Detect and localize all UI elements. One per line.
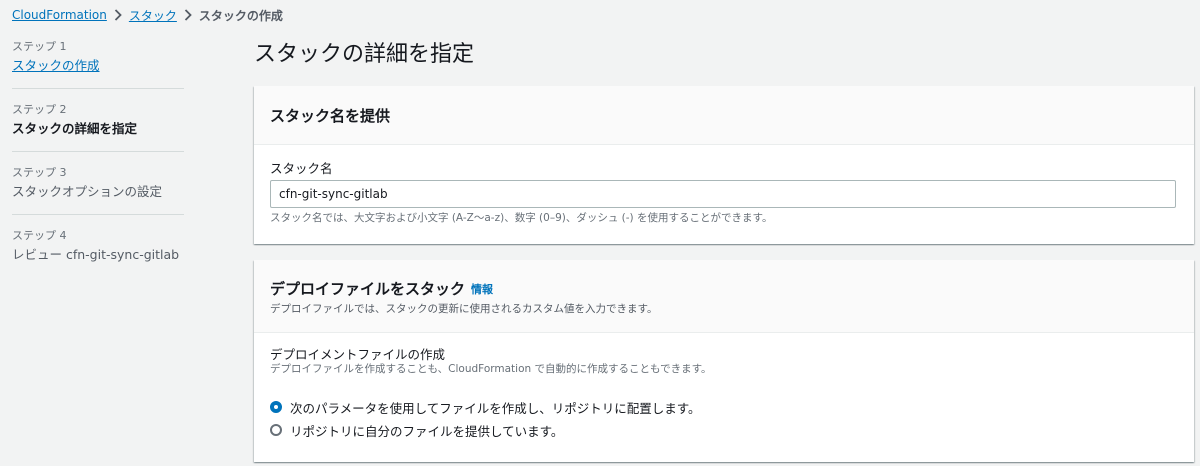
panel-title-row: デプロイファイルをスタック 情報 (270, 279, 1178, 300)
step-number: ステップ 2 (12, 103, 67, 116)
radio-button[interactable] (270, 424, 282, 436)
wizard-step-4: ステップ 4 レビュー cfn-git-sync-gitlab (12, 229, 184, 277)
deployment-file-radio-group: 次のパラメータを使用してファイルを作成し、リポジトリに配置します。 リポジトリに… (270, 397, 1178, 440)
deployment-file-description: デプロイファイルを作成することも、CloudFormation で自動的に作成す… (270, 363, 712, 375)
radio-option-create-file[interactable]: 次のパラメータを使用してファイルを作成し、リポジトリに配置します。 (270, 397, 1178, 417)
step-title-current: スタックの詳細を指定 (12, 121, 138, 136)
stack-name-panel-body: スタック名 スタック名では、大文字および小文字 (A-Z～a-z)、数字 (0–… (254, 145, 1194, 225)
panel-title: デプロイファイルをスタック (270, 280, 466, 298)
stack-name-input[interactable] (270, 180, 1176, 208)
deployment-file-label: デプロイメントファイルの作成 (270, 347, 446, 362)
radio-label: リポジトリに自分のファイルを提供しています。 (290, 423, 564, 439)
step-number: ステップ 4 (12, 229, 67, 242)
deployment-file-panel-body: デプロイメントファイルの作成 デプロイファイルを作成することも、CloudFor… (254, 333, 1194, 440)
radio-button-selected[interactable] (270, 401, 282, 413)
breadcrumb-cloudformation[interactable]: CloudFormation (12, 8, 107, 22)
step-title-review: レビュー cfn-git-sync-gitlab (12, 247, 180, 262)
chevron-right-icon (177, 9, 199, 21)
panel-title: スタック名を提供 (270, 107, 391, 125)
wizard-step-2: ステップ 2 スタックの詳細を指定 (12, 103, 184, 152)
chevron-right-icon (107, 9, 129, 21)
stack-name-label: スタック名 (270, 161, 333, 176)
radio-label: 次のパラメータを使用してファイルを作成し、リポジトリに配置します。 (290, 400, 701, 416)
breadcrumb-stacks[interactable]: スタック (129, 7, 177, 24)
wizard-steps-nav: ステップ 1 スタックの作成 ステップ 2 スタックの詳細を指定 ステップ 3 … (12, 40, 184, 291)
step-link-create-stack[interactable]: スタックの作成 (12, 58, 184, 74)
step-number: ステップ 3 (12, 166, 67, 179)
deployment-file-panel: デプロイファイルをスタック 情報 デプロイファイルでは、スタックの更新に使用される… (254, 260, 1194, 462)
panel-description: デプロイファイルでは、スタックの更新に使用されるカスタム値を入力できます。 (270, 303, 658, 315)
wizard-step-3: ステップ 3 スタックオプションの設定 (12, 166, 184, 215)
page-title: スタックの詳細を指定 (254, 42, 475, 67)
breadcrumb-current: スタックの作成 (198, 8, 283, 23)
wizard-step-1: ステップ 1 スタックの作成 (12, 40, 184, 89)
step-title-stack-options: スタックオプションの設定 (12, 184, 163, 199)
breadcrumb: CloudFormation スタック スタックの作成 (12, 5, 283, 25)
info-link[interactable]: 情報 (471, 283, 493, 296)
step-number: ステップ 1 (12, 40, 67, 53)
stack-name-panel: スタック名を提供 スタック名 スタック名では、大文字および小文字 (A-Z～a-… (254, 86, 1194, 244)
radio-option-provide-own-file[interactable]: リポジトリに自分のファイルを提供しています。 (270, 420, 1178, 440)
stack-name-panel-header: スタック名を提供 (254, 86, 1194, 145)
deployment-file-panel-header: デプロイファイルをスタック 情報 デプロイファイルでは、スタックの更新に使用される… (254, 260, 1194, 333)
stack-name-constraint: スタック名では、大文字および小文字 (A-Z～a-z)、数字 (0–9)、ダッシ… (270, 212, 773, 224)
